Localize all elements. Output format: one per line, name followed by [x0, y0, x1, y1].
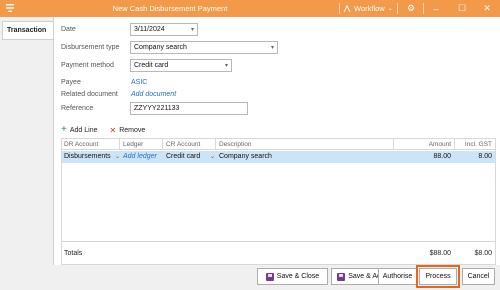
tab-transaction[interactable]: Transaction — [2, 21, 53, 40]
title-separator — [397, 3, 398, 14]
disbursement-type-label: Disbursement type — [61, 44, 120, 51]
payment-method-value: Credit card — [134, 62, 169, 69]
grid-header: DR Account Ledger CR Account Description… — [62, 139, 495, 150]
reference-value: ZZYYY221133 — [134, 105, 180, 112]
related-document-label: Related document — [61, 91, 118, 98]
tab-strip: Transaction — [0, 17, 53, 290]
total-amount: $88.00 — [429, 250, 451, 257]
add-line-label: Add Line — [69, 126, 98, 134]
cell-ledger-link[interactable]: Add ledger — [123, 153, 157, 160]
cancel-label: Cancel — [467, 273, 490, 280]
workflow-button[interactable]: Workflow ⌄ — [343, 3, 393, 14]
disbursement-type-value: Company search — [134, 44, 187, 51]
window-title: New Cash Disbursement Payment — [112, 4, 228, 13]
reference-input[interactable]: ZZYYY221133 — [130, 102, 248, 115]
date-label: Date — [61, 26, 76, 33]
header-amount[interactable]: Amount — [429, 141, 451, 148]
totals-row: Totals $88.00 $8.00 — [62, 241, 495, 265]
table-row[interactable]: Disbursements ⌄ Add ledger Credit card ⌄… — [62, 151, 495, 163]
cell-incl-gst[interactable]: 8.00 — [478, 153, 492, 160]
header-description[interactable]: Description — [219, 141, 252, 148]
title-separator — [423, 3, 424, 14]
header-ledger[interactable]: Ledger — [123, 141, 143, 148]
date-field[interactable]: 3/11/2024 ▾ — [130, 23, 198, 36]
disbursement-type-select[interactable]: Company search ▾ — [130, 41, 278, 54]
authorise-label: Authorise — [382, 273, 413, 280]
maximize-icon[interactable]: ☐ — [455, 2, 469, 15]
column-divider — [119, 139, 120, 150]
reference-label: Reference — [61, 105, 94, 112]
add-line-button[interactable]: + Add Line — [61, 124, 98, 135]
title-separator — [339, 3, 340, 14]
calendar-dropdown-icon[interactable]: ▾ — [191, 26, 194, 33]
save-icon — [337, 272, 346, 281]
minimize-icon[interactable]: – — [429, 2, 443, 15]
workflow-label: Workflow — [354, 4, 385, 13]
remove-x-icon: ✕ — [109, 125, 117, 135]
cell-amount[interactable]: 88.00 — [433, 153, 451, 160]
header-incl-gst[interactable]: Incl. GST — [465, 141, 492, 148]
total-gst: $8.00 — [474, 250, 492, 257]
date-value: 3/11/2024 — [134, 26, 165, 33]
process-highlight-box — [416, 265, 460, 288]
cell-description[interactable]: Company search — [219, 153, 272, 160]
payment-method-label: Payment method — [61, 62, 114, 69]
payment-method-select[interactable]: Credit card ▾ — [130, 59, 232, 72]
save-icon — [265, 272, 274, 281]
chevron-down-icon[interactable]: ⌄ — [115, 153, 120, 160]
chevron-down-icon: ⌄ — [387, 6, 393, 12]
save-close-button[interactable]: Save & Close — [257, 268, 328, 285]
grid-toolbar: + Add Line ✕ Remove — [61, 124, 145, 136]
title-bar: New Cash Disbursement Payment Workflow ⌄… — [0, 0, 500, 17]
disbursement-lines-grid: DR Account Ledger CR Account Description… — [61, 138, 496, 265]
remove-label: Remove — [119, 126, 146, 134]
cancel-button[interactable]: Cancel — [462, 268, 495, 285]
add-document-link[interactable]: Add document — [131, 91, 176, 98]
chevron-down-icon: ▾ — [224, 63, 228, 69]
cell-dr-account[interactable]: Disbursements — [64, 153, 111, 160]
header-cr-account[interactable]: CR Account — [166, 141, 200, 148]
column-divider — [162, 139, 163, 150]
column-divider — [454, 139, 455, 150]
chevron-down-icon[interactable]: ⌄ — [210, 153, 215, 160]
column-divider — [215, 139, 216, 150]
close-icon[interactable]: ✕ — [480, 2, 494, 15]
cell-cr-account[interactable]: Credit card — [166, 153, 200, 160]
chevron-down-icon: ▾ — [270, 45, 274, 51]
transaction-panel: Date 3/11/2024 ▾ Disbursement type Compa… — [53, 17, 500, 265]
settings-gear-icon[interactable]: ⚙ — [404, 2, 418, 15]
payee-link[interactable]: ASIC — [131, 79, 147, 86]
save-close-label: Save & Close — [276, 273, 320, 280]
plus-icon: + — [61, 124, 67, 135]
header-dr-account[interactable]: DR Account — [64, 141, 98, 148]
totals-label: Totals — [64, 250, 83, 257]
payee-label: Payee — [61, 79, 81, 86]
authorise-button[interactable]: Authorise — [378, 268, 417, 285]
remove-button[interactable]: ✕ Remove — [109, 126, 145, 135]
column-divider — [393, 139, 394, 150]
workflow-icon — [343, 4, 351, 12]
